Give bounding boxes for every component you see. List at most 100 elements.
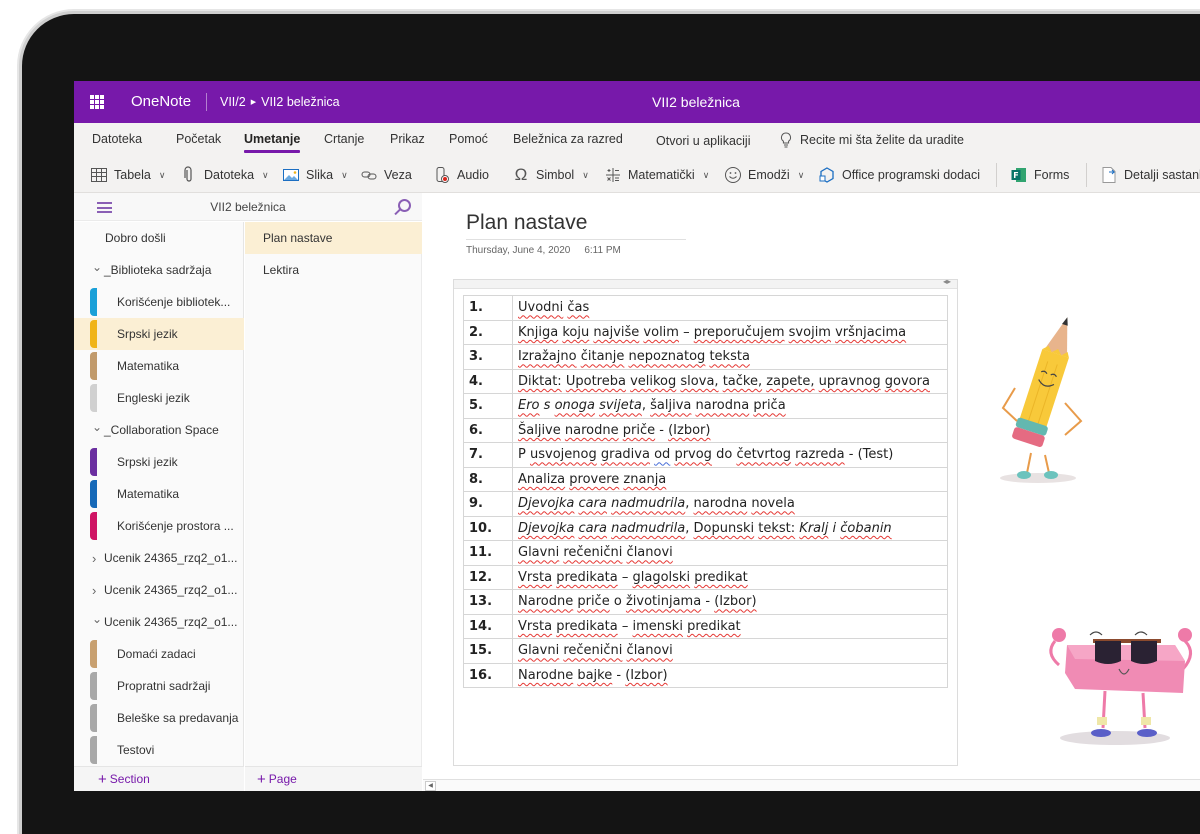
forms-button[interactable]: F Forms (1010, 166, 1069, 184)
text: Narodne priče o životinjama - (Izbor) (518, 594, 757, 610)
table-row[interactable]: 15. Glavni rečenični članovi (463, 638, 948, 664)
menu-tabs: Datoteka Početak Umetanje Crtanje Prikaz… (74, 123, 1200, 157)
section-group[interactable]: ⌄ Ucenik 24365_rzq2_o1... (74, 606, 244, 638)
lesson-topic[interactable]: Vrsta predikata – imenski predikat (512, 613, 948, 639)
table-row[interactable]: 14. Vrsta predikata – imenski predikat (463, 613, 948, 639)
page-canvas[interactable]: Plan nastave Thursday, June 4, 2020 6:11 … (423, 193, 1200, 791)
lesson-topic[interactable]: Diktat: Upotreba velikog slova, tačke, z… (512, 368, 948, 394)
lesson-topic[interactable]: P usvojenog gradiva od prvog do četvrtog… (512, 442, 948, 468)
tab-crtanje[interactable]: Crtanje (324, 132, 364, 146)
lesson-topic[interactable]: Glavni rečenični članovi (512, 540, 948, 566)
office-addins-button[interactable]: Office programski dodaci (818, 166, 980, 184)
lesson-topic[interactable]: Knjiga koju najviše volim – preporučujem… (512, 319, 948, 345)
table-row[interactable]: 11. Glavni rečenični članovi (463, 540, 948, 566)
page-item[interactable]: Lektira (245, 254, 422, 286)
lesson-topic[interactable]: Analiza provere znanja (512, 466, 948, 492)
tab-datoteka[interactable]: Datoteka (92, 132, 142, 146)
table-row[interactable]: 13. Narodne priče o životinjama - (Izbor) (463, 589, 948, 615)
insert-file-button[interactable]: Datoteka ∨ (180, 166, 269, 184)
table-row[interactable]: 5. Ero s onoga svijeta, šaljiva narodna p… (463, 393, 948, 419)
chevron-down-icon[interactable]: ⌄ (92, 612, 104, 626)
record-audio-label: Audio (457, 168, 489, 182)
italic-text: Djevojka cara nadmudrila (518, 520, 686, 536)
section-item[interactable]: Matematika (74, 478, 244, 510)
section-item[interactable]: Beleške sa predavanja (74, 702, 244, 734)
scroll-left-icon[interactable]: ◀ (425, 781, 436, 791)
table-row[interactable]: 7. P usvojenog gradiva od prvog do četvrt… (463, 442, 948, 468)
forms-icon: F (1011, 168, 1026, 182)
table-row[interactable]: 4. Diktat: Upotreba velikog slova, tačke,… (463, 368, 948, 394)
lesson-topic[interactable]: Uvodni čas (512, 295, 948, 321)
insert-table-button[interactable]: Tabela ∨ (90, 166, 165, 184)
lesson-topic[interactable]: Ero s onoga svijeta, šaljiva narodna pri… (512, 393, 948, 419)
section-item[interactable]: Propratni sadržaji (74, 670, 244, 702)
table-row[interactable]: 10. Djevojka cara nadmudrila, Dopunski te… (463, 515, 948, 541)
meeting-details-button[interactable]: Detalji sastank (1100, 166, 1200, 184)
note-container[interactable]: ◂▸ 1. Uvodni čas 2. Knjiga koju najviše vol… (453, 277, 958, 766)
container-drag-bar[interactable]: ◂▸ (454, 277, 957, 289)
section-item[interactable]: Matematika (74, 350, 244, 382)
lesson-plan-table[interactable]: 1. Uvodni čas 2. Knjiga koju najviše volim … (463, 295, 948, 688)
section-color-tab (90, 672, 97, 700)
tell-me-search[interactable]: Recite mi šta želite da uradite (780, 132, 964, 148)
resize-handle-icon[interactable]: ◂▸ (943, 277, 951, 286)
chevron-right-icon[interactable]: › (92, 551, 104, 566)
section-item[interactable]: Testovi (74, 734, 244, 766)
insert-link-button[interactable]: Veza (360, 166, 412, 184)
omega-icon: Ω (514, 165, 528, 184)
section-color-tab (90, 736, 97, 764)
lesson-topic[interactable]: Djevojka cara nadmudrila, narodna novela (512, 491, 948, 517)
tab-prikaz[interactable]: Prikaz (390, 132, 425, 146)
table-row[interactable]: 9. Djevojka cara nadmudrila, narodna nove… (463, 491, 948, 517)
insert-symbol-button[interactable]: Ω Simbol ∨ (512, 166, 589, 184)
section-item[interactable]: Dobro došli (74, 222, 244, 254)
lesson-topic[interactable]: Šaljive narodne priče - (Izbor) (512, 417, 948, 443)
add-section-button[interactable]: + Section (74, 766, 244, 791)
table-row[interactable]: 16. Narodne bajke - (Izbor) (463, 662, 948, 688)
table-row[interactable]: 12. Vrsta predikata – glagolski predikat (463, 564, 948, 590)
section-item[interactable]: Engleski jezik (74, 382, 244, 414)
lesson-topic[interactable]: Izražajno čitanje nepoznatog teksta (512, 344, 948, 370)
table-row[interactable]: 6. Šaljive narodne priče - (Izbor) (463, 417, 948, 443)
tab-pomoc[interactable]: Pomoć (449, 132, 488, 146)
page-title[interactable]: Plan nastave (466, 211, 686, 240)
tab-umetanje[interactable]: Umetanje (244, 132, 301, 153)
section-item[interactable]: Srpski jezik (74, 446, 244, 478)
section-group[interactable]: › Ucenik 24365_rzq2_o1... (74, 574, 244, 606)
page-item[interactable]: Plan nastave (245, 222, 422, 254)
section-item[interactable]: Korišćenje prostora ... (74, 510, 244, 542)
section-label: Engleski jezik (117, 391, 190, 405)
table-row[interactable]: 1. Uvodni čas (463, 295, 948, 321)
table-row[interactable]: 3. Izražajno čitanje nepoznatog teksta (463, 344, 948, 370)
tab-pocetak[interactable]: Početak (176, 132, 221, 146)
lesson-topic[interactable]: Vrsta predikata – glagolski predikat (512, 564, 948, 590)
picture-icon (283, 169, 299, 181)
section-group[interactable]: › Ucenik 24365_rzq2_o1... (74, 542, 244, 574)
chevron-down-icon[interactable]: ⌄ (92, 260, 104, 274)
insert-math-button[interactable]: Matematički ∨ (604, 166, 709, 184)
insert-emoji-button[interactable]: Emodži ∨ (724, 166, 804, 184)
horizontal-scrollbar[interactable]: ◀ (423, 779, 1200, 791)
record-audio-button[interactable]: Audio (433, 166, 489, 184)
insert-picture-button[interactable]: Slika ∨ (282, 166, 348, 184)
plus-icon: + (98, 770, 107, 788)
notebook-title[interactable]: VII2 beležnica (74, 200, 422, 214)
search-icon[interactable] (398, 199, 411, 212)
insert-link-label: Veza (384, 168, 412, 182)
section-group[interactable]: ⌄ _Biblioteka sadržaja (74, 254, 244, 286)
chevron-right-icon[interactable]: › (92, 583, 104, 598)
section-group[interactable]: ⌄ _Collaboration Space (74, 414, 244, 446)
tab-beleznica-za-razred[interactable]: Beležnica za razred (513, 132, 623, 146)
lesson-topic[interactable]: Djevojka cara nadmudrila, Dopunski tekst… (512, 515, 948, 541)
section-item[interactable]: Srpski jezik (74, 318, 244, 350)
table-row[interactable]: 2. Knjiga koju najviše volim – preporučuj… (463, 319, 948, 345)
table-row[interactable]: 8. Analiza provere znanja (463, 466, 948, 492)
chevron-down-icon[interactable]: ⌄ (92, 420, 104, 434)
open-in-app-button[interactable]: Otvori u aplikaciji (656, 134, 750, 148)
add-page-button[interactable]: + Page (245, 766, 422, 791)
section-item[interactable]: Korišćenje bibliotek... (74, 286, 244, 318)
lesson-topic[interactable]: Narodne priče o životinjama - (Izbor) (512, 589, 948, 615)
section-item[interactable]: Domaći zadaci (74, 638, 244, 670)
lesson-topic[interactable]: Narodne bajke - (Izbor) (512, 662, 948, 688)
lesson-topic[interactable]: Glavni rečenični članovi (512, 638, 948, 664)
